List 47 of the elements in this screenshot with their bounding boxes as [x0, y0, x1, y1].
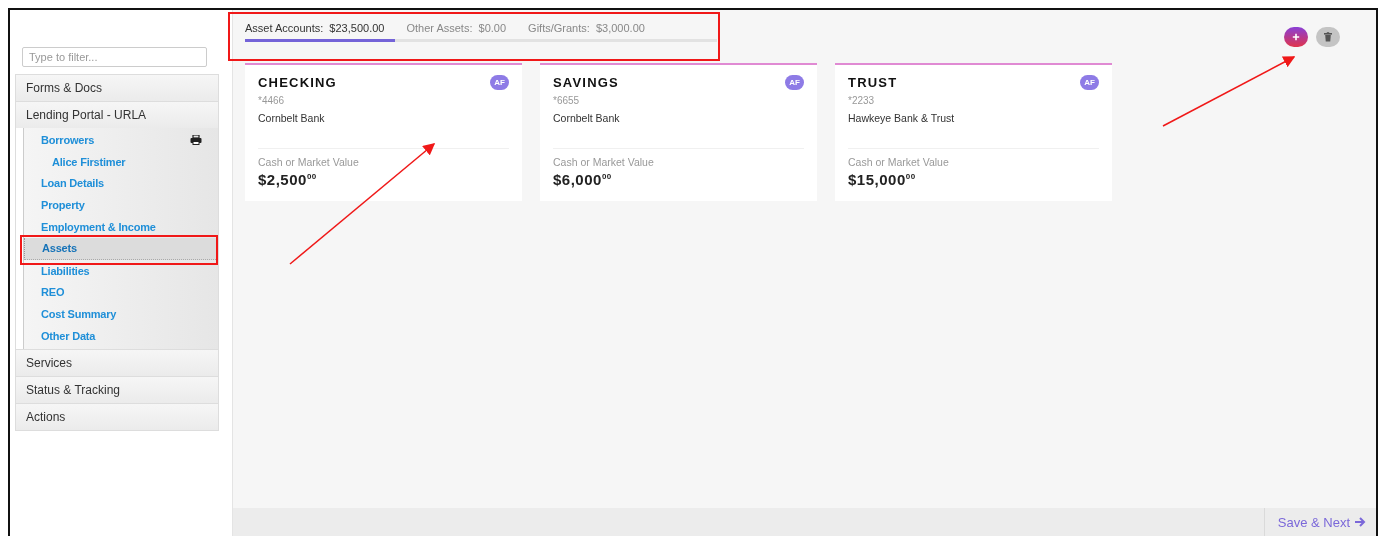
bank-name: Cornbelt Bank [553, 112, 621, 124]
sidebar-link[interactable]: Liabilities [24, 259, 218, 282]
tab[interactable]: Asset Accounts: $23,500.00 [245, 22, 396, 42]
sidebar-link[interactable]: Borrowers [24, 129, 218, 151]
initials-badge: AF [1080, 75, 1099, 90]
sidebar-section[interactable]: Status & Tracking [16, 375, 218, 403]
value-label: Cash or Market Value [258, 156, 360, 168]
filter-field[interactable]: Type to filter... [22, 47, 207, 67]
account-card[interactable]: TRUST AF *2233 Hawkeye Bank & Trust Cash or Market Value $15,000$^{00}$ [835, 63, 1112, 201]
account-card[interactable]: SAVINGS AF *6655 Cornbelt Bank Cash or Market Value $6,000$^{00}$ [540, 63, 817, 201]
value-label: Cash or Market Value [553, 156, 655, 168]
add-button[interactable] [1284, 27, 1308, 47]
delete-button[interactable] [1316, 27, 1340, 47]
bank-name: Hawkeye Bank & Trust [848, 112, 956, 124]
value-label: Cash or Market Value [848, 156, 950, 168]
account-card[interactable]: CHECKING AF *4466 Cornbelt Bank Cash or Market Value $2,500$^{00}$ [245, 63, 522, 201]
account-value: $6,000$^{00}$ [553, 171, 613, 188]
account-number: *6655 [553, 95, 581, 106]
plus-icon [1292, 33, 1300, 41]
sidebar-section[interactable]: Actions [16, 402, 218, 430]
tab[interactable]: Gifts/Grants: $3,000.00 [528, 22, 656, 42]
account-value: $15,000$^{00}$ [848, 171, 917, 188]
account-number: *4466 [258, 95, 286, 106]
account-type: SAVINGS [553, 75, 619, 90]
sidebar-link[interactable]: REO [24, 281, 218, 304]
save-next-button[interactable]: Save & Next [1263, 508, 1376, 536]
sidebar-link[interactable]: Property [24, 194, 218, 217]
account-number: *2233 [848, 95, 876, 106]
sidebar-link[interactable]: Cost Summary [24, 303, 218, 326]
trash-icon [1324, 32, 1332, 42]
sidebar-section[interactable]: Lending Portal - URLA [16, 101, 218, 128]
sidebar-link[interactable]: Loan Details [24, 172, 218, 195]
sidebar-link[interactable]: Alice Firstimer [24, 150, 218, 173]
bank-name: Cornbelt Bank [258, 112, 326, 124]
tab[interactable]: Other Assets: $0.00 [406, 22, 518, 42]
account-type: CHECKING [258, 75, 337, 90]
arrow-right-icon [1354, 516, 1366, 528]
account-type: TRUST [848, 75, 898, 90]
sidebar-link[interactable]: Employment & Income [24, 216, 218, 238]
sidebar-section[interactable]: Forms & Docs [16, 75, 218, 101]
sidebar-section[interactable]: Services [16, 348, 218, 376]
initials-badge: AF [785, 75, 804, 90]
initials-badge: AF [490, 75, 509, 90]
printer-icon[interactable] [190, 134, 202, 145]
sidebar-link[interactable]: Assets [24, 238, 218, 260]
sidebar-link[interactable]: Other Data [24, 325, 218, 347]
account-value: $2,500$^{00}$ [258, 171, 318, 188]
